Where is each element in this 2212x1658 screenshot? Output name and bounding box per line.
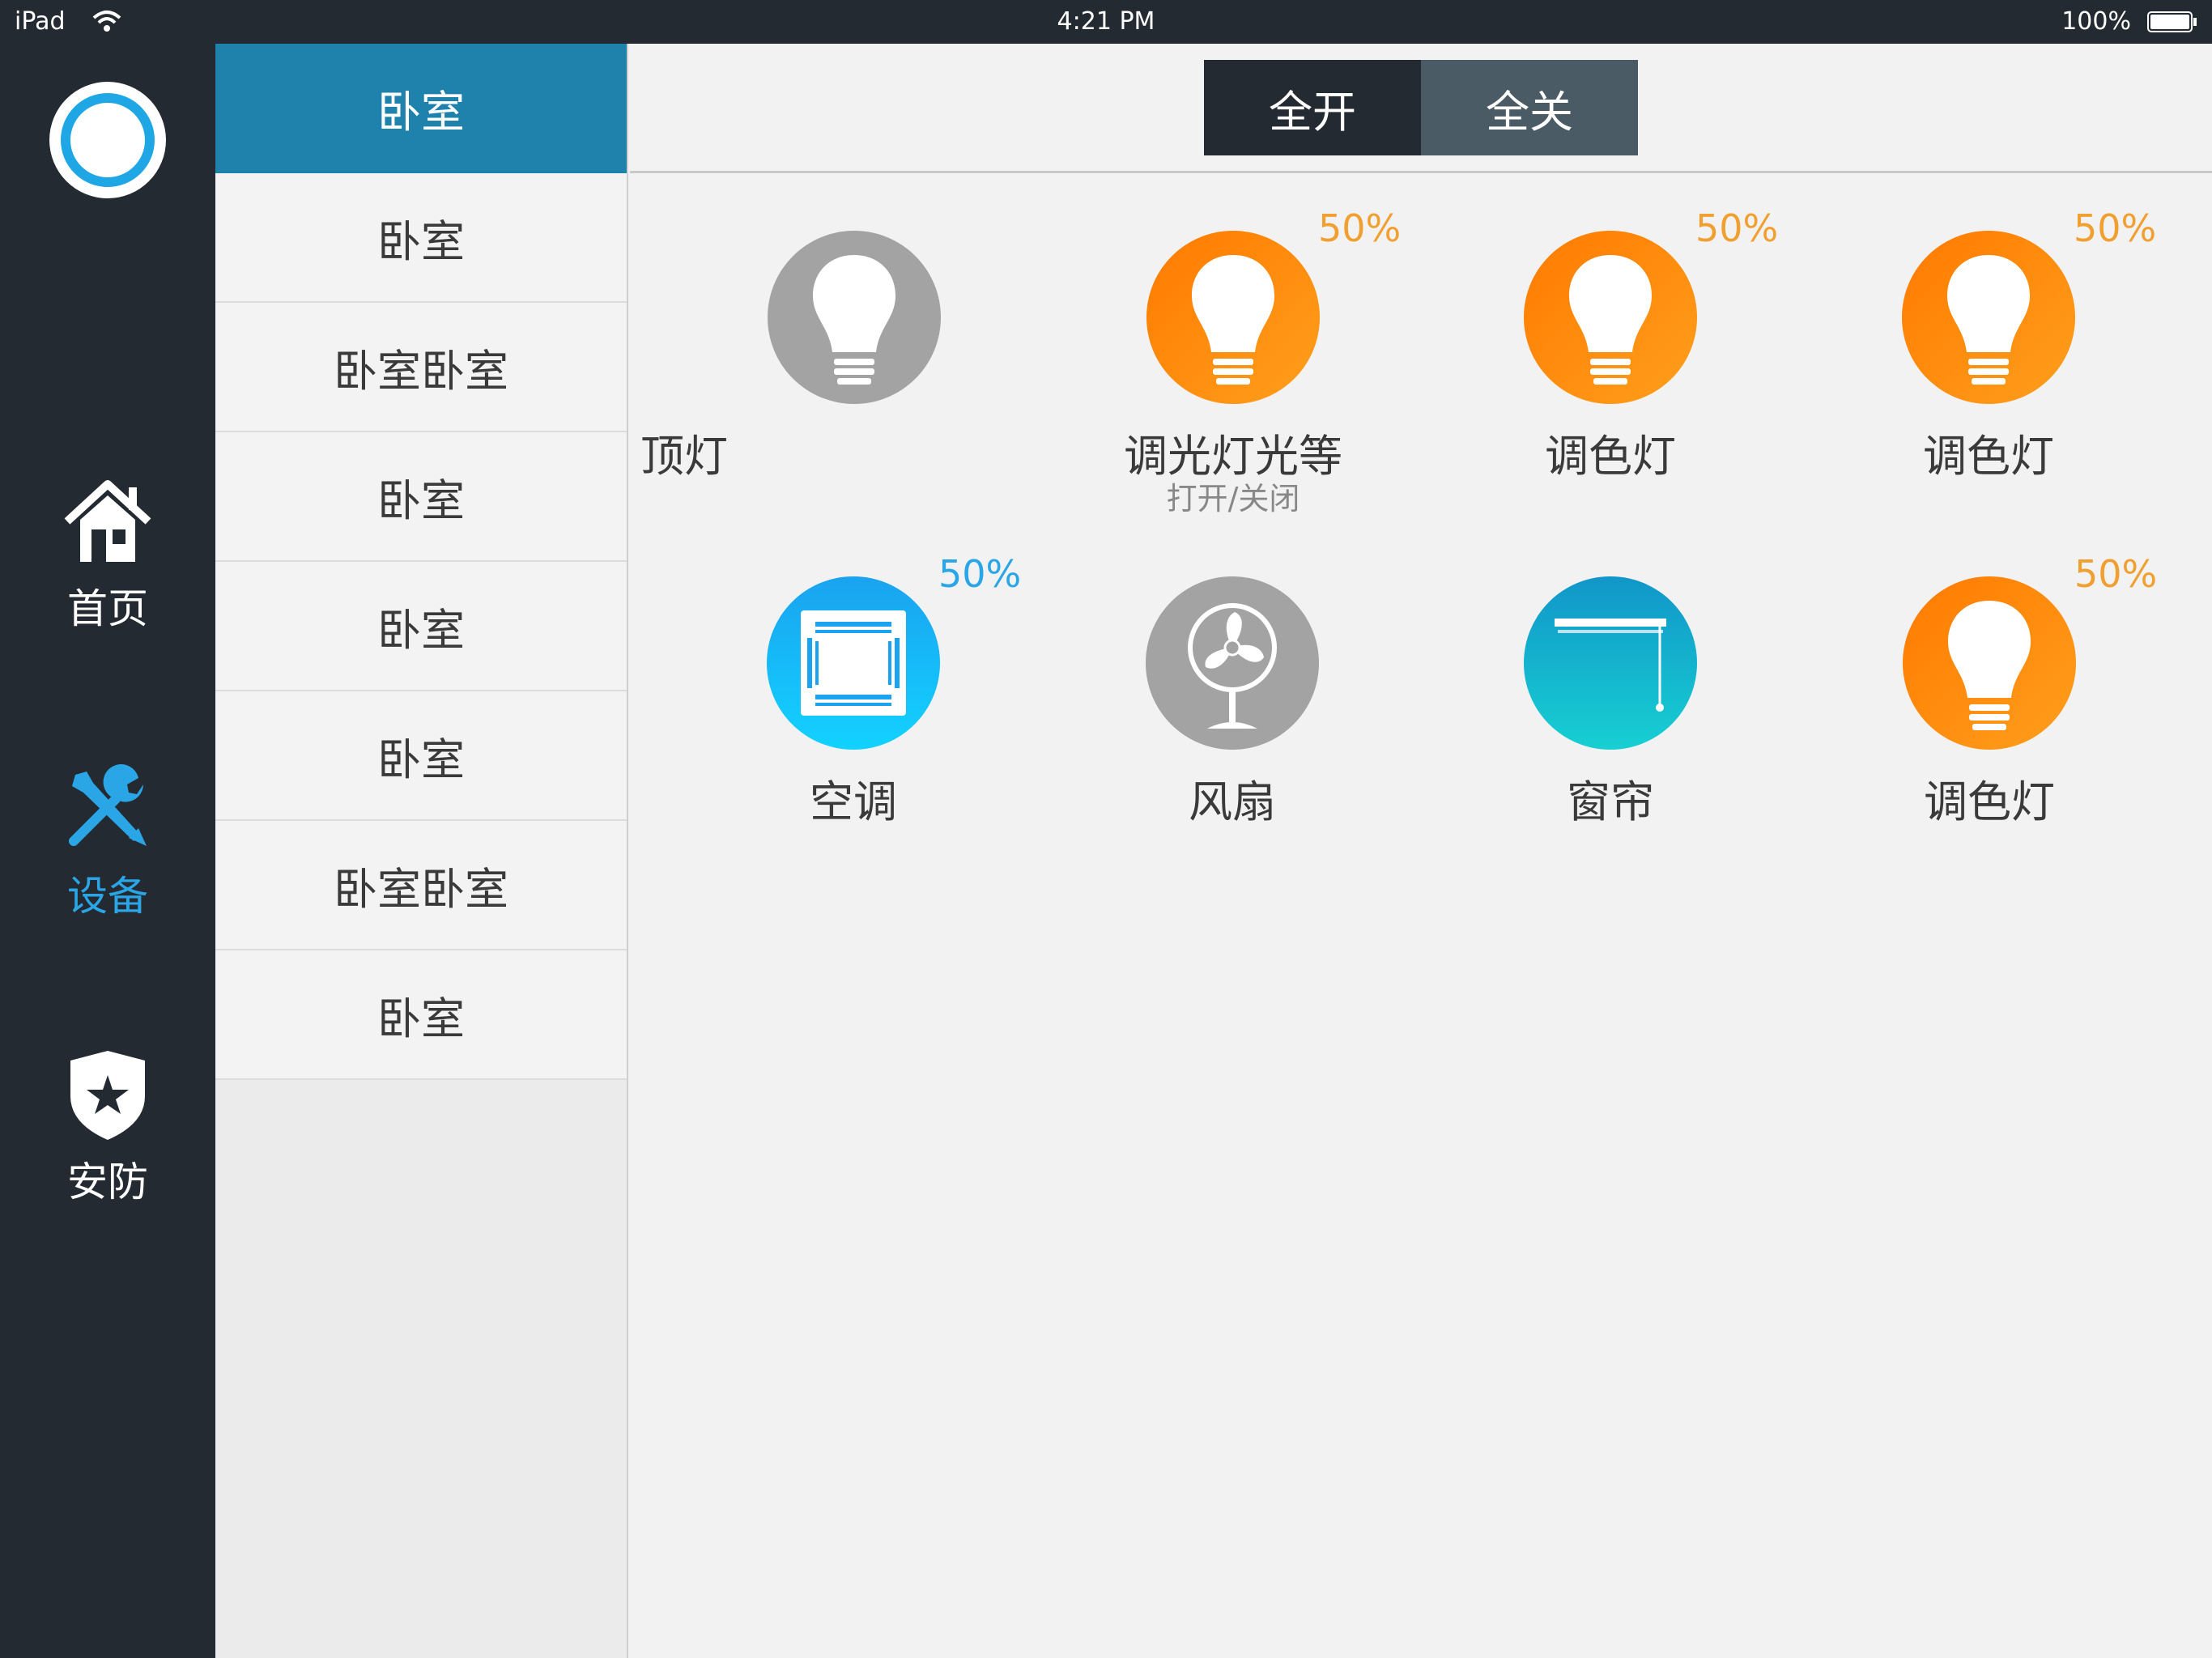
device-icon-circle — [1146, 231, 1320, 404]
device-name: 空调 — [810, 776, 897, 827]
device-name: 风扇 — [1189, 776, 1276, 827]
clock: 4:21 PM — [1057, 7, 1155, 36]
room-item[interactable]: 卧室 — [215, 44, 627, 173]
all-on-button[interactable]: 全开 — [1204, 60, 1421, 155]
room-list: 卧室 卧室 卧室卧室 卧室 卧室 卧室 卧室卧室 卧室 — [215, 44, 628, 1658]
device-name: 调色灯 — [1924, 776, 2055, 827]
bulb-icon — [813, 255, 895, 385]
device-name: 顶灯 — [640, 431, 728, 482]
device-percent: 50% — [2074, 206, 2157, 250]
device-icon-circle — [1146, 576, 1319, 750]
device-icon-circle — [1903, 576, 2076, 750]
device-fan[interactable]: 风扇 — [1146, 576, 1486, 916]
device-color-light[interactable]: 50% 调色灯 — [1902, 206, 2212, 571]
device-subtitle: 打开/关闭 — [1166, 481, 1300, 517]
nav-rail: 首页 设备 安防 — [0, 44, 215, 1658]
battery-percent: 100% — [2061, 7, 2131, 36]
room-item[interactable]: 卧室 — [215, 691, 627, 821]
device-ceiling-light[interactable]: 顶灯 — [640, 231, 1108, 571]
device-curtain[interactable]: 窗帘 — [1524, 576, 1864, 916]
bulb-icon — [1947, 255, 2030, 385]
all-off-button[interactable]: 全关 — [1421, 60, 1638, 155]
device-icon-circle — [768, 231, 941, 404]
room-item[interactable]: 卧室 — [215, 950, 627, 1080]
device-dimmer-light[interactable]: 50% 调光灯光等 打开/关闭 — [1124, 206, 1487, 571]
bulb-icon — [1569, 255, 1652, 385]
device-air-conditioner[interactable]: 50% 空调 — [767, 552, 1107, 916]
device-icon-circle — [767, 576, 940, 750]
nav-security-label: 安防 — [67, 1158, 148, 1205]
device-icon-circle — [1902, 231, 2075, 404]
room-item[interactable]: 卧室卧室 — [215, 303, 627, 432]
nav-home[interactable]: 首页 — [0, 473, 215, 635]
battery-icon — [2147, 11, 2197, 32]
home-icon — [64, 480, 151, 562]
device-percent: 50% — [1695, 206, 1779, 250]
room-item[interactable]: 卧室 — [215, 173, 627, 303]
device-icon-circle — [1524, 576, 1697, 750]
device-name: 调色灯 — [1923, 431, 2054, 482]
bulb-icon — [1948, 601, 2031, 730]
bulb-icon — [1192, 255, 1274, 385]
nav-home-label: 首页 — [67, 585, 148, 632]
fan-icon — [1188, 603, 1277, 729]
shield-star-icon — [70, 1051, 145, 1140]
logo-icon[interactable] — [47, 79, 168, 201]
device-name: 调色灯 — [1545, 431, 1676, 482]
nav-security[interactable]: 安防 — [0, 1046, 215, 1208]
device-percent: 50% — [2074, 552, 2158, 596]
status-bar: iPad 4:21 PM 100% — [0, 0, 2212, 44]
room-item[interactable]: 卧室 — [215, 562, 627, 691]
device-color-light[interactable]: 50% 调色灯 — [1524, 206, 1864, 571]
curtain-icon — [1555, 619, 1666, 712]
nav-devices[interactable]: 设备 — [0, 760, 215, 922]
room-item[interactable]: 卧室卧室 — [215, 821, 627, 950]
device-color-light[interactable]: 50% 调色灯 — [1903, 552, 2212, 916]
content-header: 全开 全关 — [630, 44, 2212, 173]
device-name: 窗帘 — [1567, 776, 1654, 827]
device-icon-circle — [1524, 231, 1697, 404]
device-percent: 50% — [938, 552, 1022, 596]
nav-devices-label: 设备 — [67, 873, 148, 920]
device-percent: 50% — [1318, 206, 1402, 250]
tools-icon — [69, 764, 147, 846]
air-conditioner-icon — [801, 610, 906, 716]
